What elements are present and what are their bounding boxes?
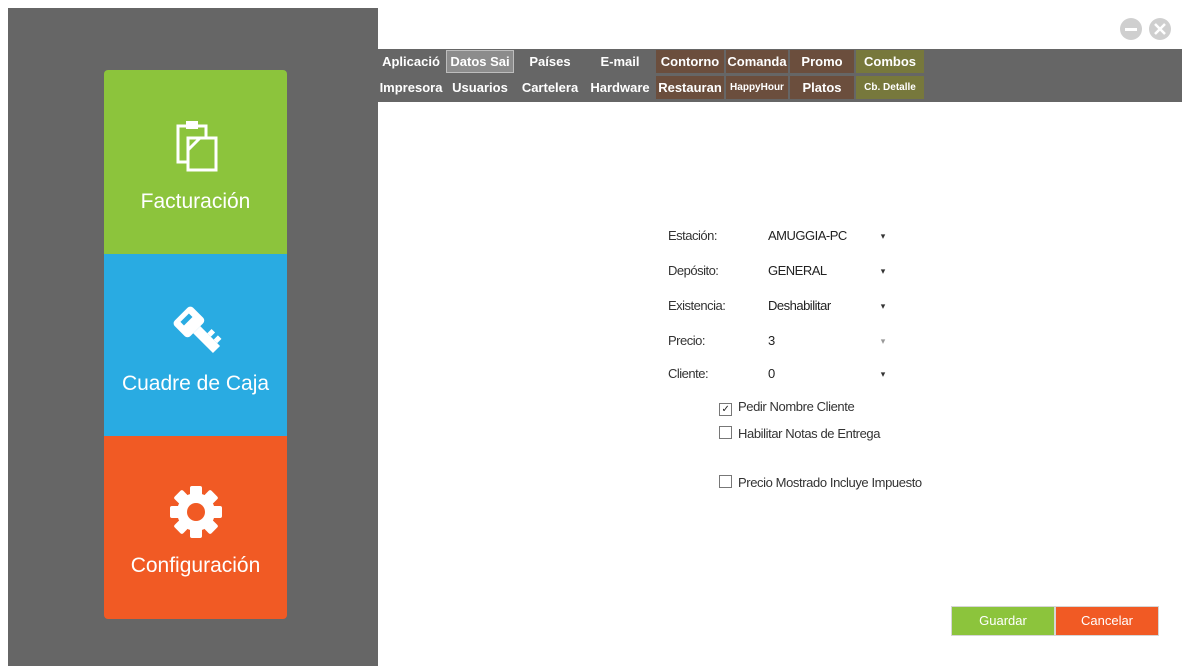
tab-combos[interactable]: Combos	[856, 50, 924, 73]
tab-row-2: Impresora Usuarios Cartelera Hardware Re…	[378, 76, 926, 101]
close-button[interactable]	[1149, 18, 1171, 40]
clipboard-icon	[176, 121, 217, 172]
chevron-down-icon[interactable]: ▾	[876, 228, 890, 244]
tab-paises[interactable]: Países	[516, 50, 584, 73]
precio-label: Precio:	[668, 333, 705, 348]
estacion-label: Estación:	[668, 228, 717, 243]
notas-entrega-label: Habilitar Notas de Entrega	[738, 426, 881, 441]
chevron-down-icon[interactable]: ▾	[876, 263, 890, 279]
save-button[interactable]: Guardar	[951, 606, 1055, 636]
checkbox-icon[interactable]	[719, 475, 732, 488]
tab-aplicacion[interactable]: Aplicació	[378, 50, 444, 73]
tile-cuadre-label: Cuadre de Caja	[121, 372, 270, 395]
chevron-down-icon[interactable]: ▾	[876, 298, 890, 314]
tab-impresora[interactable]: Impresora	[378, 76, 444, 99]
tab-happyhour[interactable]: HappyHour	[726, 76, 788, 99]
estacion-select[interactable]: AMUGGIA-PC	[768, 228, 847, 243]
tab-promo[interactable]: Promo	[790, 50, 854, 73]
close-icon	[1154, 23, 1166, 35]
tab-contorno[interactable]: Contorno	[656, 50, 724, 73]
tile-configuracion[interactable]: Configuración	[104, 436, 287, 619]
tab-platos[interactable]: Platos	[790, 76, 854, 99]
deposito-label: Depósito:	[668, 263, 719, 278]
minimize-button[interactable]	[1120, 18, 1142, 40]
checkbox-icon[interactable]	[719, 426, 732, 439]
pedir-nombre-label: Pedir Nombre Cliente	[738, 399, 855, 414]
tab-usuarios[interactable]: Usuarios	[446, 76, 514, 99]
existencia-label: Existencia:	[668, 298, 726, 313]
tile-configuracion-label: Configuración	[130, 554, 261, 577]
tab-cartelera[interactable]: Cartelera	[516, 76, 584, 99]
cliente-label: Cliente:	[668, 366, 709, 381]
tab-email[interactable]: E-mail	[586, 50, 654, 73]
deposito-select[interactable]: GENERAL	[768, 263, 827, 278]
tab-bar: Aplicació Datos Sai Países E-mail Contor…	[378, 49, 1182, 102]
tile-facturacion-label: Facturación	[140, 190, 251, 213]
gear-icon	[169, 486, 222, 538]
existencia-select[interactable]: Deshabilitar	[768, 298, 831, 313]
tab-hardware[interactable]: Hardware	[586, 76, 654, 99]
cancel-button[interactable]: Cancelar	[1055, 606, 1159, 636]
chevron-down-icon[interactable]: ▾	[876, 366, 890, 382]
pedir-nombre-checkbox[interactable]: ✓ Pedir Nombre Cliente	[719, 399, 855, 416]
precio-impuesto-checkbox[interactable]: Precio Mostrado Incluye Impuesto	[719, 475, 922, 490]
tab-comanda[interactable]: Comanda	[726, 50, 788, 73]
tab-cb-detalle[interactable]: Cb. Detalle	[856, 76, 924, 99]
checkbox-checked-icon[interactable]: ✓	[719, 403, 732, 416]
precio-impuesto-label: Precio Mostrado Incluye Impuesto	[738, 475, 922, 490]
cliente-select[interactable]: 0	[768, 366, 775, 381]
precio-select[interactable]: 3	[768, 333, 775, 348]
tab-datos-sai[interactable]: Datos Sai	[446, 50, 514, 73]
tile-cuadre-de-caja[interactable]: Cuadre de Caja	[104, 254, 287, 436]
tab-row-1: Aplicació Datos Sai Países E-mail Contor…	[378, 50, 926, 75]
notas-entrega-checkbox[interactable]: Habilitar Notas de Entrega	[719, 426, 880, 441]
tab-restaurante[interactable]: Restauran	[656, 76, 724, 99]
chevron-down-icon[interactable]: ▾	[876, 333, 890, 349]
tile-facturacion[interactable]: Facturación	[104, 70, 287, 254]
key-icon	[173, 306, 221, 354]
